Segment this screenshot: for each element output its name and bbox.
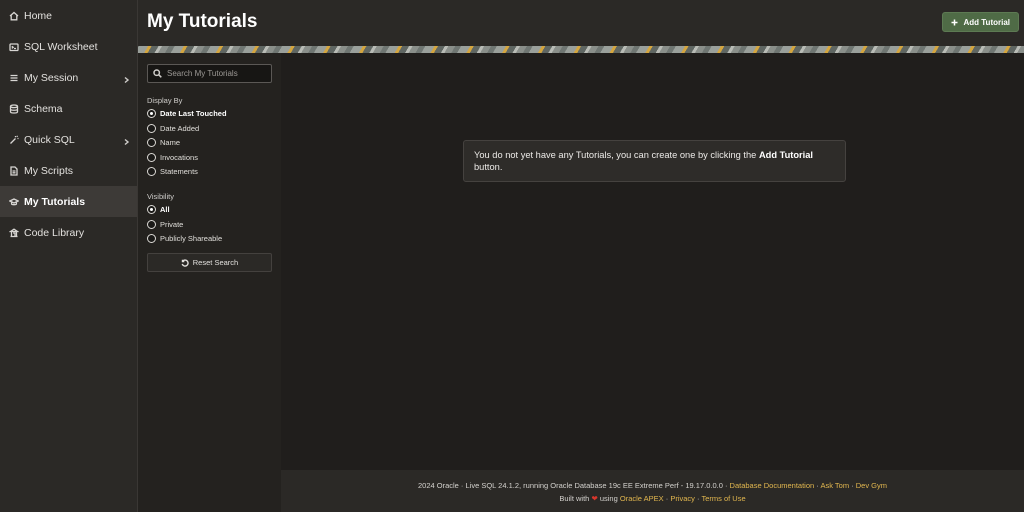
- radio-label: Date Last Touched: [160, 109, 227, 118]
- add-tutorial-button[interactable]: Add Tutorial: [942, 12, 1019, 32]
- ask-tom-link[interactable]: Ask Tom: [820, 481, 849, 490]
- footer-line-1: 2024 Oracle · Live SQL 24.1.2, running O…: [281, 481, 1024, 490]
- radio-label: Name: [160, 138, 181, 147]
- page-title: My Tutorials: [147, 11, 258, 32]
- sidebar-item-label: Quick SQL: [24, 133, 75, 146]
- sidebar-item-code-library[interactable]: Code Library: [0, 217, 137, 248]
- reset-search-label: Reset Search: [192, 258, 239, 267]
- radio-label: Private: [160, 219, 184, 229]
- empty-text-end: button.: [474, 162, 503, 172]
- radio-label: Invocations: [160, 152, 198, 162]
- add-tutorial-label: Add Tutorial: [963, 17, 1010, 27]
- radio-button[interactable]: [147, 219, 156, 229]
- sidebar-item-label: SQL Worksheet: [24, 40, 98, 53]
- footer: 2024 Oracle · Live SQL 24.1.2, running O…: [281, 470, 1024, 512]
- empty-text: You do not yet have any Tutorials, you c…: [474, 150, 759, 160]
- reset-search-button[interactable]: Reset Search: [147, 253, 272, 272]
- decorative-banner: [138, 46, 1024, 53]
- sidebar-item-my-scripts[interactable]: My Scripts: [0, 155, 137, 186]
- radio-button[interactable]: [147, 152, 156, 162]
- sidebar-item-label: My Scripts: [24, 164, 74, 177]
- radio-date-last-touched[interactable]: Date Last Touched: [147, 109, 227, 118]
- oracle-apex-link[interactable]: Oracle APEX: [620, 494, 664, 503]
- sidebar-item-my-tutorials[interactable]: My Tutorials: [0, 186, 137, 217]
- radio-statements[interactable]: Statements: [147, 167, 198, 176]
- magic-wand-icon: [9, 134, 19, 145]
- sidebar-item-label: My Tutorials: [24, 195, 86, 208]
- sidebar-item-schema[interactable]: Schema: [0, 93, 137, 124]
- home-icon: [9, 11, 19, 21]
- plus-icon: [951, 19, 958, 25]
- built-with-text: Built with: [559, 494, 590, 503]
- menu-lines-icon: [9, 73, 19, 83]
- privacy-link[interactable]: Privacy: [670, 494, 695, 503]
- empty-text-bold: Add Tutorial: [758, 150, 814, 160]
- page-header: My Tutorials Add Tutorial: [138, 0, 1024, 46]
- main-content: You do not yet have any Tutorials, you c…: [281, 53, 1024, 470]
- heart-icon: ❤: [591, 494, 598, 503]
- empty-state-message: You do not yet have any Tutorials, you c…: [463, 140, 846, 182]
- footer-line-2: Built with ❤ using Oracle APEX · Privacy…: [281, 494, 1024, 503]
- radio-label: Date Added: [160, 123, 200, 133]
- radio-button[interactable]: [147, 123, 156, 133]
- search-icon: [153, 69, 162, 78]
- sidebar-item-label: Code Library: [24, 226, 85, 239]
- radio-publicly-shareable[interactable]: Publicly Shareable: [147, 234, 222, 243]
- radio-button[interactable]: [147, 205, 156, 214]
- sidebar-item-sql-worksheet[interactable]: SQL Worksheet: [0, 31, 137, 62]
- chevron-right-icon: [123, 74, 130, 83]
- separator: ·: [849, 481, 856, 490]
- radio-invocations[interactable]: Invocations: [147, 152, 198, 162]
- sidebar-item-home[interactable]: Home: [0, 0, 137, 31]
- filter-panel: Display By Date Last Touched Date Added …: [138, 53, 281, 512]
- sidebar: Home SQL Worksheet My Session Schema Qui…: [0, 0, 138, 512]
- search-input[interactable]: [167, 69, 267, 78]
- sidebar-item-quick-sql[interactable]: Quick SQL: [0, 124, 137, 155]
- radio-button[interactable]: [147, 167, 156, 176]
- radio-all[interactable]: All: [147, 205, 170, 214]
- radio-private[interactable]: Private: [147, 219, 184, 229]
- using-text: using: [599, 494, 618, 503]
- database-icon: [9, 103, 19, 114]
- library-icon: [9, 227, 19, 238]
- sidebar-item-label: Schema: [24, 102, 63, 115]
- sidebar-item-my-session[interactable]: My Session: [0, 62, 137, 93]
- radio-date-added[interactable]: Date Added: [147, 123, 200, 133]
- radio-button[interactable]: [147, 234, 156, 243]
- radio-label: Publicly Shareable: [160, 234, 223, 243]
- chevron-right-icon: [123, 136, 130, 145]
- sidebar-item-label: Home: [24, 9, 53, 22]
- radio-label: All: [160, 205, 170, 214]
- reset-icon: [181, 258, 189, 267]
- graduation-cap-icon: [9, 197, 19, 207]
- display-by-label: Display By: [147, 96, 183, 105]
- worksheet-icon: [9, 42, 19, 52]
- visibility-label: Visibility: [147, 192, 174, 201]
- radio-name[interactable]: Name: [147, 138, 180, 147]
- radio-button[interactable]: [147, 109, 156, 118]
- search-box: [147, 64, 272, 83]
- terms-of-use-link[interactable]: Terms of Use: [701, 494, 745, 503]
- dev-gym-link[interactable]: Dev Gym: [856, 481, 887, 490]
- radio-label: Statements: [160, 167, 198, 176]
- database-documentation-link[interactable]: Database Documentation: [730, 481, 815, 490]
- sidebar-item-label: My Session: [24, 71, 79, 84]
- file-icon: [9, 165, 19, 176]
- footer-version-text: 2024 Oracle · Live SQL 24.1.2, running O…: [417, 481, 730, 490]
- radio-button[interactable]: [147, 138, 156, 147]
